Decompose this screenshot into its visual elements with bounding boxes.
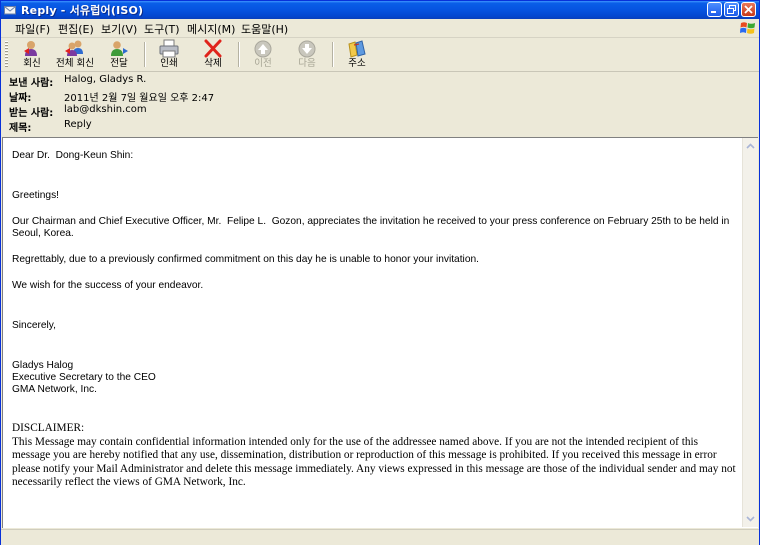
reply-all-button[interactable]: 전체 회신 (54, 39, 96, 70)
paragraph-invitation: Our Chairman and Chief Executive Officer… (12, 216, 733, 239)
paragraph-wish: We wish for the success of your endeavor… (12, 280, 204, 291)
message-header: 보낸 사람: Halog, Gladys R. 날짜: 2011년 2월 7일 … (1, 72, 759, 136)
signature-title: Executive Secretary to the CEO (12, 372, 156, 383)
disclaimer-title: DISCLAIMER: (12, 422, 85, 434)
subject-value: Reply (64, 119, 92, 130)
delete-x-icon (204, 39, 222, 58)
forward-label: 전달 (110, 58, 128, 69)
title-bar[interactable]: Reply - 서유럽어(ISO) (1, 1, 759, 19)
message-body[interactable]: Dear Dr. Dong-Keun Shin: Greetings! Our … (2, 137, 758, 528)
previous-button[interactable]: 이전 (247, 39, 279, 70)
subject-label: 제목: (9, 123, 32, 134)
forward-icon (111, 41, 128, 56)
message-content: Dear Dr. Dong-Keun Shin: Greetings! Our … (12, 150, 736, 490)
signature-name: Gladys Halog (12, 360, 74, 371)
chevron-up-icon (746, 143, 755, 149)
close-button[interactable] (741, 2, 756, 17)
status-bar (1, 529, 759, 545)
envelope-icon (4, 6, 16, 15)
chevron-down-icon (746, 516, 755, 522)
signature-company: GMA Network, Inc. (12, 384, 97, 395)
windows-logo-icon (740, 22, 755, 34)
from-label: 보낸 사람: (9, 78, 54, 89)
maximize-button[interactable] (724, 2, 739, 17)
message-window: Reply - 서유럽어(ISO) 파일(F) 편집(E) 보기(V) 도구(T… (0, 0, 760, 545)
greeting: Greetings! (12, 190, 59, 201)
toolbar-separator (332, 42, 334, 67)
delete-button[interactable]: 삭제 (197, 39, 229, 70)
previous-label: 이전 (254, 58, 272, 69)
addresses-label: 주소 (348, 58, 366, 69)
next-button[interactable]: 다음 (291, 39, 323, 70)
toolbar-separator (238, 42, 240, 67)
from-value[interactable]: Halog, Gladys R. (64, 74, 146, 85)
date-value: 2011년 2월 7일 월요일 오후 2:47 (64, 93, 215, 104)
to-value[interactable]: lab@dkshin.com (64, 104, 147, 115)
reply-all-label: 전체 회신 (56, 58, 94, 69)
next-label: 다음 (298, 58, 316, 69)
arrow-down-icon (298, 40, 316, 58)
reply-all-icon (65, 40, 83, 56)
scroll-up-button[interactable] (744, 139, 757, 153)
menu-help[interactable]: 도움말(H) (241, 21, 288, 37)
paragraph-regret: Regrettably, due to a previously confirm… (12, 254, 479, 265)
arrow-up-icon (254, 40, 272, 58)
print-button[interactable]: 인쇄 (153, 39, 185, 70)
window-title: Reply - 서유럽어(ISO) (21, 4, 144, 17)
reply-label: 회신 (23, 58, 41, 69)
salutation: Dear Dr. Dong-Keun Shin: (12, 150, 134, 161)
printer-icon (159, 39, 179, 58)
menu-bar: 파일(F) 편집(E) 보기(V) 도구(T) 메시지(M) 도움말(H) (1, 19, 759, 38)
menu-edit[interactable]: 편집(E) (58, 21, 94, 37)
close-icon (744, 5, 753, 14)
toolbar-grip[interactable] (5, 41, 8, 68)
vertical-scrollbar[interactable] (742, 138, 758, 527)
closing: Sincerely, (12, 320, 56, 331)
forward-button[interactable]: 전달 (103, 39, 135, 70)
restore-icon (727, 5, 736, 14)
reply-button[interactable]: 회신 (16, 39, 48, 70)
delete-label: 삭제 (204, 58, 222, 69)
address-book-icon (348, 40, 366, 58)
print-label: 인쇄 (160, 58, 178, 69)
menu-file[interactable]: 파일(F) (15, 21, 50, 37)
addresses-button[interactable]: 주소 (341, 39, 373, 70)
minimize-icon (711, 11, 716, 13)
toolbar: 회신 전체 회신 전달 인쇄 삭제 이전 다음 주소 (1, 38, 759, 72)
menu-message[interactable]: 메시지(M) (187, 21, 235, 37)
toolbar-separator (144, 42, 146, 67)
menu-view[interactable]: 보기(V) (101, 21, 137, 37)
disclaimer-text: This Message may contain confidential in… (12, 435, 739, 489)
reply-icon (24, 41, 37, 56)
scroll-down-button[interactable] (744, 512, 757, 526)
menu-tools[interactable]: 도구(T) (144, 21, 180, 37)
minimize-button[interactable] (707, 2, 722, 17)
to-label: 받는 사람: (9, 108, 54, 119)
date-label: 날짜: (9, 93, 32, 104)
